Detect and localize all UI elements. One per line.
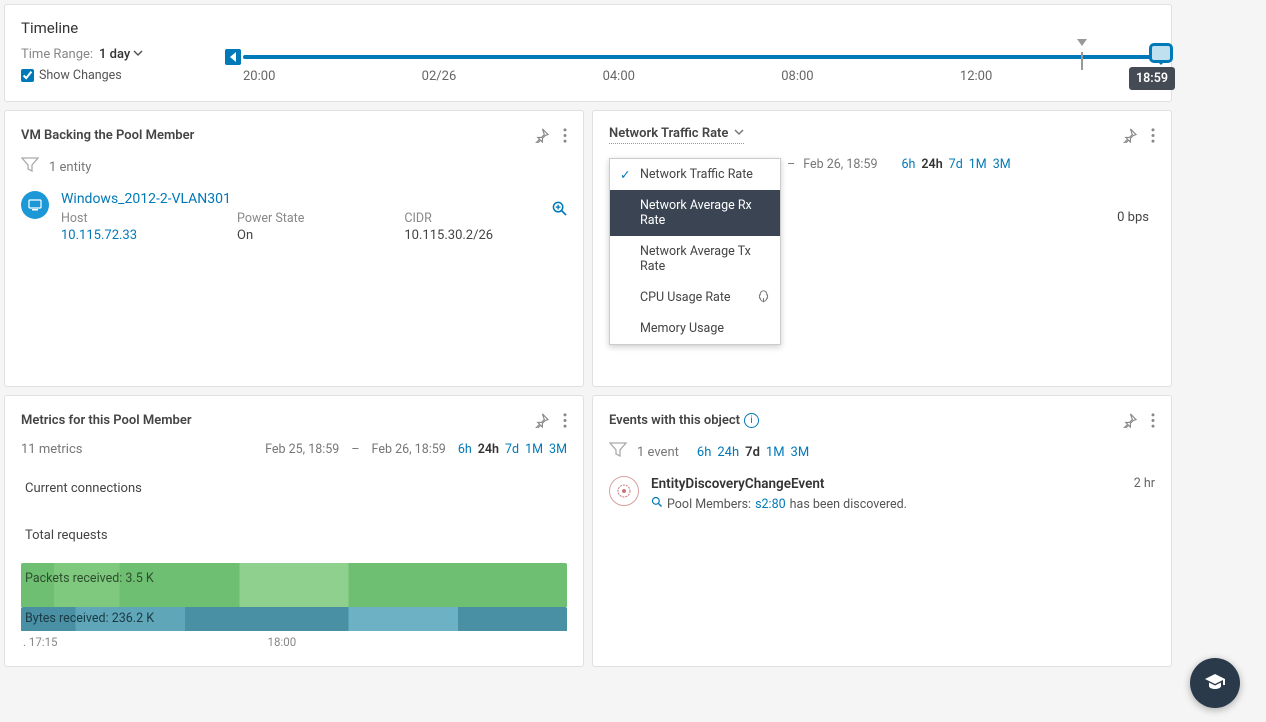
axis-label: . 17:15 <box>23 635 58 649</box>
pin-icon[interactable] <box>1122 413 1137 428</box>
vm-host-value[interactable]: 10.115.72.33 <box>61 228 137 243</box>
range-24h[interactable]: 24h <box>921 157 942 172</box>
play-back-icon[interactable] <box>225 49 241 65</box>
dropdown-item-memory-usage[interactable]: Memory Usage <box>610 313 780 344</box>
time-range-value[interactable]: 1 day <box>99 47 130 62</box>
chart-metric-dropdown: Network Traffic Rate Network Average Rx … <box>609 158 781 345</box>
range-1m[interactable]: 1M <box>525 442 543 457</box>
vm-icon <box>21 191 49 219</box>
event-type-icon <box>609 476 639 506</box>
range-to: Feb 26, 18:59 <box>803 157 877 172</box>
vm-entity-row: Windows_2012-2-VLAN301 Host 10.115.72.33… <box>21 191 567 243</box>
timeline-card: Timeline Time Range: 1 day Show Changes … <box>4 4 1172 102</box>
slider-handle[interactable] <box>1149 43 1173 63</box>
dropdown-item-label: CPU Usage Rate <box>640 290 731 305</box>
filter-icon[interactable] <box>21 157 39 177</box>
event-desc-suffix: has been discovered. <box>790 497 907 512</box>
show-changes-label: Show Changes <box>39 68 122 83</box>
range-dash: – <box>787 157 795 172</box>
range-3m[interactable]: 3M <box>549 442 567 457</box>
range-24h[interactable]: 24h <box>717 445 739 460</box>
range-3m[interactable]: 3M <box>993 157 1011 172</box>
events-panel: Events with this object i 1 event 6h 24h… <box>592 395 1172 667</box>
zoom-in-icon[interactable] <box>552 201 567 220</box>
vm-host-label: Host <box>61 211 137 226</box>
vm-power-label: Power State <box>237 211 304 226</box>
slider-end-time-badge: 18:59 <box>1129 67 1175 90</box>
search-icon[interactable] <box>651 496 663 512</box>
vm-cidr-value: 10.115.30.2/26 <box>404 228 493 243</box>
metric-row-current-connections[interactable]: Current connections <box>21 471 567 506</box>
event-row[interactable]: EntityDiscoveryChangeEvent Pool Members:… <box>609 476 1155 512</box>
tick-label: 04:00 <box>603 69 635 84</box>
panel-title: Events with this object <box>609 413 740 428</box>
metrics-panel: Metrics for this Pool Member 11 metrics … <box>4 395 584 667</box>
more-icon[interactable] <box>1151 413 1155 428</box>
slider-tick-labels: 20:00 02/26 04:00 08:00 12:00 16:00 <box>243 69 1171 84</box>
vm-cidr-label: CIDR <box>404 211 493 226</box>
range-6h[interactable]: 6h <box>901 157 915 172</box>
tick-label: 08:00 <box>781 69 813 84</box>
cursor-icon <box>757 290 770 307</box>
network-chart-panel: Network Traffic Rate Network Traffic Rat… <box>592 110 1172 387</box>
event-desc-prefix: Pool Members: <box>667 497 751 512</box>
slider-marker-indicator[interactable] <box>1077 39 1087 46</box>
range-1m[interactable]: 1M <box>766 445 785 460</box>
event-title: EntityDiscoveryChangeEvent <box>651 476 1122 492</box>
pin-icon[interactable] <box>534 413 549 428</box>
vm-name-link[interactable]: Windows_2012-2-VLAN301 <box>61 191 540 207</box>
pin-icon[interactable] <box>1122 128 1137 143</box>
tick-label: 12:00 <box>960 69 992 84</box>
event-count: 1 event <box>637 445 679 460</box>
range-24h[interactable]: 24h <box>478 442 499 457</box>
graduation-cap-icon <box>1203 671 1227 695</box>
slider-track[interactable] <box>243 55 1171 59</box>
chevron-down-icon <box>734 126 744 141</box>
dropdown-item-network-tx[interactable]: Network Average Tx Rate <box>610 236 780 282</box>
panel-title: VM Backing the Pool Member <box>21 128 194 143</box>
range-6h[interactable]: 6h <box>458 442 472 457</box>
metric-row-total-requests[interactable]: Total requests <box>21 518 567 553</box>
axis-label: 18:00 <box>268 635 297 649</box>
metrics-count: 11 metrics <box>21 442 82 457</box>
timeline-title: Timeline <box>21 19 1155 37</box>
chart-metric-label: Network Traffic Rate <box>609 126 728 141</box>
metrics-time-axis: . 17:15 18:00 <box>21 635 567 649</box>
range-1m[interactable]: 1M <box>969 157 987 172</box>
range-7d[interactable]: 7d <box>745 445 760 460</box>
chevron-down-icon[interactable] <box>133 47 143 62</box>
time-range-label: Time Range: <box>21 47 93 62</box>
range-6h[interactable]: 6h <box>697 445 711 460</box>
vm-power-value: On <box>237 228 304 243</box>
pin-icon[interactable] <box>534 128 549 143</box>
metric-row-packets-received[interactable]: Packets received: 3.5 K <box>21 563 567 607</box>
metrics-range-to: Feb 26, 18:59 <box>372 442 446 457</box>
metric-row-bytes-received[interactable]: Bytes received: 236.2 K <box>21 607 567 631</box>
show-changes-input[interactable] <box>21 69 34 82</box>
event-time: 2 hr <box>1134 476 1155 491</box>
event-desc-link[interactable]: s2:80 <box>755 497 786 512</box>
range-7d[interactable]: 7d <box>505 442 519 457</box>
range-7d[interactable]: 7d <box>949 157 963 172</box>
chart-metric-selector[interactable]: Network Traffic Rate <box>609 126 744 144</box>
tick-label: 02/26 <box>422 69 457 84</box>
info-icon[interactable]: i <box>744 413 759 428</box>
filter-icon[interactable] <box>609 442 627 462</box>
tick-label: 20:00 <box>243 69 275 84</box>
range-dash: – <box>351 442 359 457</box>
help-fab-button[interactable] <box>1190 658 1240 708</box>
metrics-range-from: Feb 25, 18:59 <box>265 442 339 457</box>
entity-count: 1 entity <box>49 160 91 175</box>
more-icon[interactable] <box>563 413 567 428</box>
dropdown-item-network-traffic[interactable]: Network Traffic Rate <box>610 159 780 190</box>
panel-title: Metrics for this Pool Member <box>21 413 192 428</box>
range-3m[interactable]: 3M <box>791 445 810 460</box>
vm-backing-panel: VM Backing the Pool Member 1 entity Wind… <box>4 110 584 387</box>
timeline-slider[interactable]: 20:00 02/26 04:00 08:00 12:00 16:00 18:5… <box>225 49 1173 91</box>
dropdown-item-network-rx[interactable]: Network Average Rx Rate <box>610 190 780 236</box>
dropdown-item-cpu-usage[interactable]: CPU Usage Rate <box>610 282 780 313</box>
more-icon[interactable] <box>1151 128 1155 143</box>
more-icon[interactable] <box>563 128 567 143</box>
